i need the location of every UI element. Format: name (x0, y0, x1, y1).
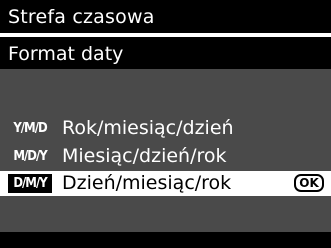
camera-menu-screen: Strefa czasowa Format daty Y/M/D Rok/mie… (0, 0, 331, 248)
option-label: Miesiąc/dzień/rok (62, 145, 227, 167)
date-format-ymd-icon: Y/M/D (13, 121, 47, 136)
menu-title: Strefa czasowa (8, 6, 155, 28)
submenu-title: Format daty (8, 43, 124, 65)
option-ymd[interactable]: Y/M/D Rok/miesiąc/dzień (0, 116, 331, 141)
title-divider (0, 33, 331, 37)
date-format-dmy-icon: D/M/Y (8, 174, 52, 193)
date-format-mdy-icon: M/D/Y (13, 149, 47, 164)
option-dmy-selected[interactable]: D/M/Y Dzień/miesiąc/rok OK (0, 171, 331, 196)
option-mdy[interactable]: M/D/Y Miesiąc/dzień/rok (0, 144, 331, 169)
option-label: Dzień/miesiąc/rok (62, 172, 232, 194)
ok-button-icon[interactable]: OK (294, 174, 324, 192)
option-label: Rok/miesiąc/dzień (62, 117, 234, 139)
